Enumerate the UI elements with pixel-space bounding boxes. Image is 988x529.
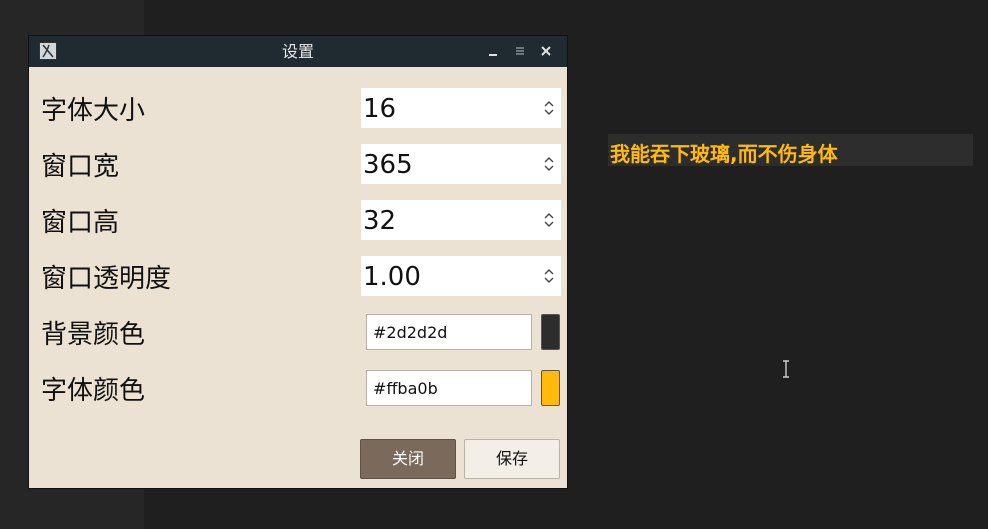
- bg-color-value: #2d2d2d: [373, 323, 448, 342]
- overlay-text-window[interactable]: 我能吞下玻璃,而不伤身体: [608, 134, 973, 166]
- font-size-value: 16: [363, 94, 397, 124]
- bg-color-swatch[interactable]: [541, 314, 560, 350]
- bg-color-input[interactable]: #2d2d2d: [366, 314, 532, 350]
- font-color-value: #ffba0b: [373, 379, 438, 398]
- window-height-value: 32: [363, 206, 397, 236]
- maximize-icon[interactable]: [513, 44, 527, 58]
- close-icon[interactable]: [539, 44, 553, 58]
- window-width-spinbox[interactable]: 365: [361, 144, 561, 184]
- window-width-value: 365: [363, 150, 413, 180]
- title-bar[interactable]: 设置: [29, 36, 567, 67]
- window-opacity-value: 1.00: [363, 262, 421, 292]
- window-width-label: 窗口宽: [41, 152, 120, 182]
- spin-arrows-icon[interactable]: [543, 211, 555, 229]
- save-button[interactable]: 保存: [464, 439, 560, 479]
- window-height-spinbox[interactable]: 32: [361, 200, 561, 240]
- font-color-input[interactable]: #ffba0b: [366, 370, 532, 406]
- minimize-icon[interactable]: [486, 44, 500, 58]
- font-size-spinbox[interactable]: 16: [361, 88, 561, 128]
- settings-window: 设置 字体大小 16 窗口宽 365 窗口高 32 窗口透明度 1.00 背景颜…: [29, 36, 567, 488]
- window-height-label: 窗口高: [41, 208, 120, 238]
- font-color-swatch[interactable]: [541, 370, 560, 406]
- bg-color-label: 背景颜色: [41, 320, 146, 350]
- close-button[interactable]: 关闭: [360, 439, 456, 479]
- font-size-label: 字体大小: [41, 96, 146, 126]
- font-color-label: 字体颜色: [41, 376, 146, 406]
- overlay-text: 我能吞下玻璃,而不伤身体: [610, 142, 838, 166]
- spin-arrows-icon[interactable]: [543, 267, 555, 285]
- window-opacity-label: 窗口透明度: [41, 264, 172, 294]
- text-cursor-icon: [783, 360, 789, 378]
- window-opacity-spinbox[interactable]: 1.00: [361, 256, 561, 296]
- spin-arrows-icon[interactable]: [543, 155, 555, 173]
- spin-arrows-icon[interactable]: [543, 99, 555, 117]
